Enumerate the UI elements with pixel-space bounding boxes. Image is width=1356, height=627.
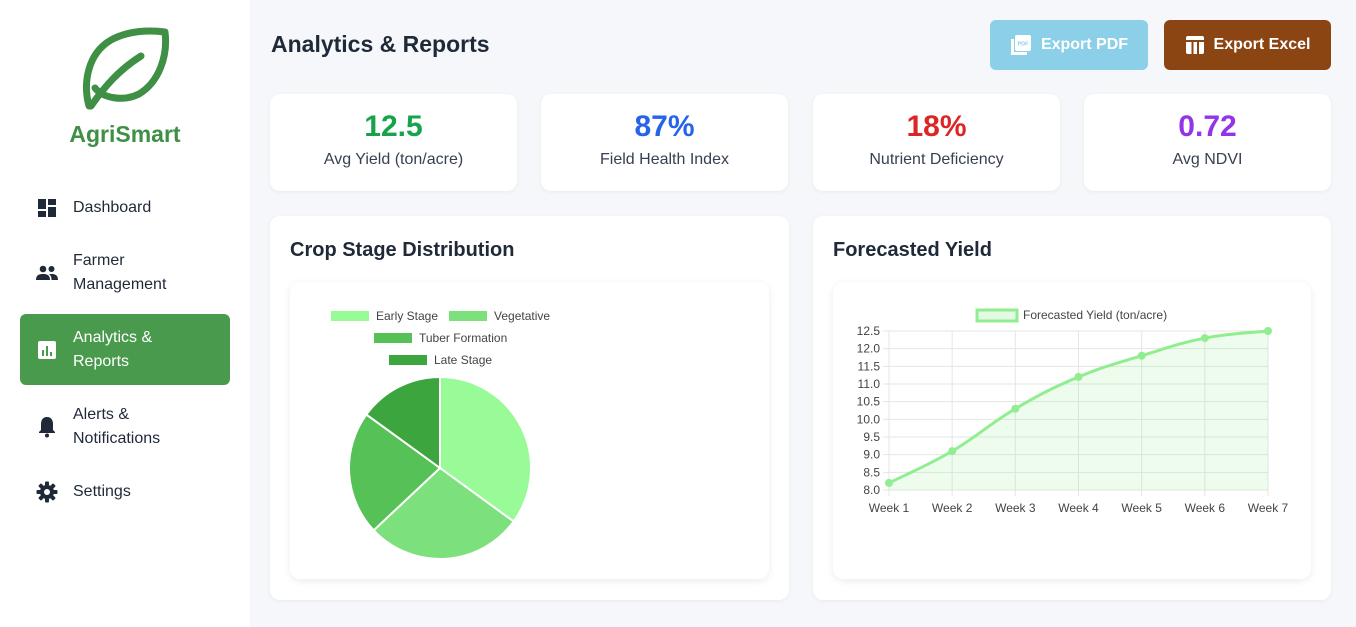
legend-swatch xyxy=(389,355,427,365)
sidebar-item-label: Farmer Management xyxy=(73,252,167,293)
y-tick-label: 12.0 xyxy=(857,342,881,356)
sidebar-item-label: Settings xyxy=(73,483,131,500)
line-chart: Forecasted Yield (ton/acre) 8.0 8.5 9.0 9.5 1… xyxy=(857,308,1289,515)
data-point xyxy=(1200,334,1209,343)
sidebar-item-label: Alerts & Notifications xyxy=(73,406,161,447)
leaf-logo-icon xyxy=(83,27,170,110)
x-tick-label: Week 5 xyxy=(1121,501,1162,515)
page-title: Analytics & Reports xyxy=(271,31,490,57)
legend-swatch xyxy=(374,333,412,343)
x-tick-label: Week 4 xyxy=(1058,501,1099,515)
pie-chart-container: Early Stage Vegetative Tuber Formation Late… xyxy=(290,282,769,579)
kpi-label: Nutrient Deficiency xyxy=(869,151,1004,168)
kpi-label: Avg Yield (ton/acre) xyxy=(323,151,464,168)
sidebar: AgriSmart Dashboard Farmer Management An… xyxy=(0,0,250,627)
card-title: Crop Stage Distribution xyxy=(290,239,515,261)
sidebar-item-analytics-reports[interactable]: Analytics & Reports xyxy=(20,314,230,385)
y-tick-label: 10.5 xyxy=(857,395,881,409)
brand-name: AgriSmart xyxy=(69,121,181,147)
kpi-card-nutrient-deficiency: 18% Nutrient Deficiency xyxy=(813,94,1060,191)
y-tick-label: 9.5 xyxy=(863,430,880,444)
kpi-label: Field Health Index xyxy=(600,151,729,168)
chart-icon xyxy=(36,339,58,361)
y-tick-label: 9.0 xyxy=(863,448,880,462)
y-tick-label: 11.5 xyxy=(858,359,881,373)
x-tick-label: Week 2 xyxy=(932,501,973,515)
pie-chart: Early Stage Vegetative Tuber Formation Late… xyxy=(331,309,550,560)
legend-label: Late Stage xyxy=(434,353,492,367)
data-point xyxy=(1264,327,1272,335)
pdf-file-icon: PDF xyxy=(1010,35,1031,55)
export-excel-button[interactable]: Export Excel xyxy=(1164,20,1331,70)
kpi-label: Avg NDVI xyxy=(1172,151,1243,168)
x-tick-label: Week 6 xyxy=(1185,501,1226,515)
legend-swatch xyxy=(449,311,487,321)
legend-label: Early Stage xyxy=(376,309,438,323)
kpi-card-avg-yield: 12.5 Avg Yield (ton/acre) xyxy=(270,94,517,191)
x-tick-label: Week 3 xyxy=(995,501,1036,515)
table-icon xyxy=(1185,36,1204,54)
legend-swatch xyxy=(975,308,1019,323)
legend-label: Forecasted Yield (ton/acre) xyxy=(1023,308,1167,322)
bell-icon xyxy=(36,416,58,438)
legend-swatch xyxy=(331,311,369,321)
kpi-value: 12.5 xyxy=(364,110,423,143)
kpi-value: 0.72 xyxy=(1178,110,1237,143)
y-tick-label: 10.0 xyxy=(857,412,881,426)
gear-icon xyxy=(36,481,58,503)
data-point xyxy=(885,478,893,487)
sidebar-item-alerts-notifications[interactable]: Alerts & Notifications xyxy=(20,403,230,451)
crop-stage-card: Crop Stage Distribution Early Stage Veget… xyxy=(270,216,789,600)
legend-label: Vegetative xyxy=(494,309,550,323)
kpi-card-avg-ndvi: 0.72 Avg NDVI xyxy=(1084,94,1331,191)
y-tick-label: 12.5 xyxy=(857,324,881,338)
y-tick-label: 11.0 xyxy=(858,377,881,391)
dashboard-icon xyxy=(36,197,58,219)
sidebar-item-label: Dashboard xyxy=(73,199,152,216)
x-tick-label: Week 7 xyxy=(1248,501,1289,515)
line-chart-container: Forecasted Yield (ton/acre) 8.0 8.5 9.0 9.5 1… xyxy=(833,282,1311,579)
data-point xyxy=(948,447,957,456)
forecast-card: Forecasted Yield Forecasted Yield (ton/a… xyxy=(813,216,1331,600)
export-pdf-label: Export PDF xyxy=(1040,36,1129,53)
sidebar-item-dashboard[interactable]: Dashboard xyxy=(20,195,230,221)
y-tick-label: 8.5 xyxy=(863,465,880,479)
y-tick-label: 8.0 xyxy=(863,483,880,497)
data-point xyxy=(1137,351,1146,360)
people-icon xyxy=(36,262,58,284)
kpi-value: 18% xyxy=(906,110,967,143)
export-excel-label: Export Excel xyxy=(1213,36,1311,53)
card-title: Forecasted Yield xyxy=(833,239,992,261)
data-point xyxy=(1011,404,1020,413)
svg-text:PDF: PDF xyxy=(1017,42,1029,48)
sidebar-item-farmer-management[interactable]: Farmer Management xyxy=(20,249,230,297)
legend-label: Tuber Formation xyxy=(419,331,507,345)
sidebar-item-label: Analytics & Reports xyxy=(73,328,153,370)
export-pdf-button[interactable]: PDF Export PDF xyxy=(990,20,1148,70)
kpi-card-field-health: 87% Field Health Index xyxy=(541,94,788,191)
kpi-value: 87% xyxy=(634,110,695,143)
data-point xyxy=(1074,372,1083,381)
sidebar-item-settings[interactable]: Settings xyxy=(20,479,230,505)
x-tick-label: Week 1 xyxy=(869,501,910,515)
